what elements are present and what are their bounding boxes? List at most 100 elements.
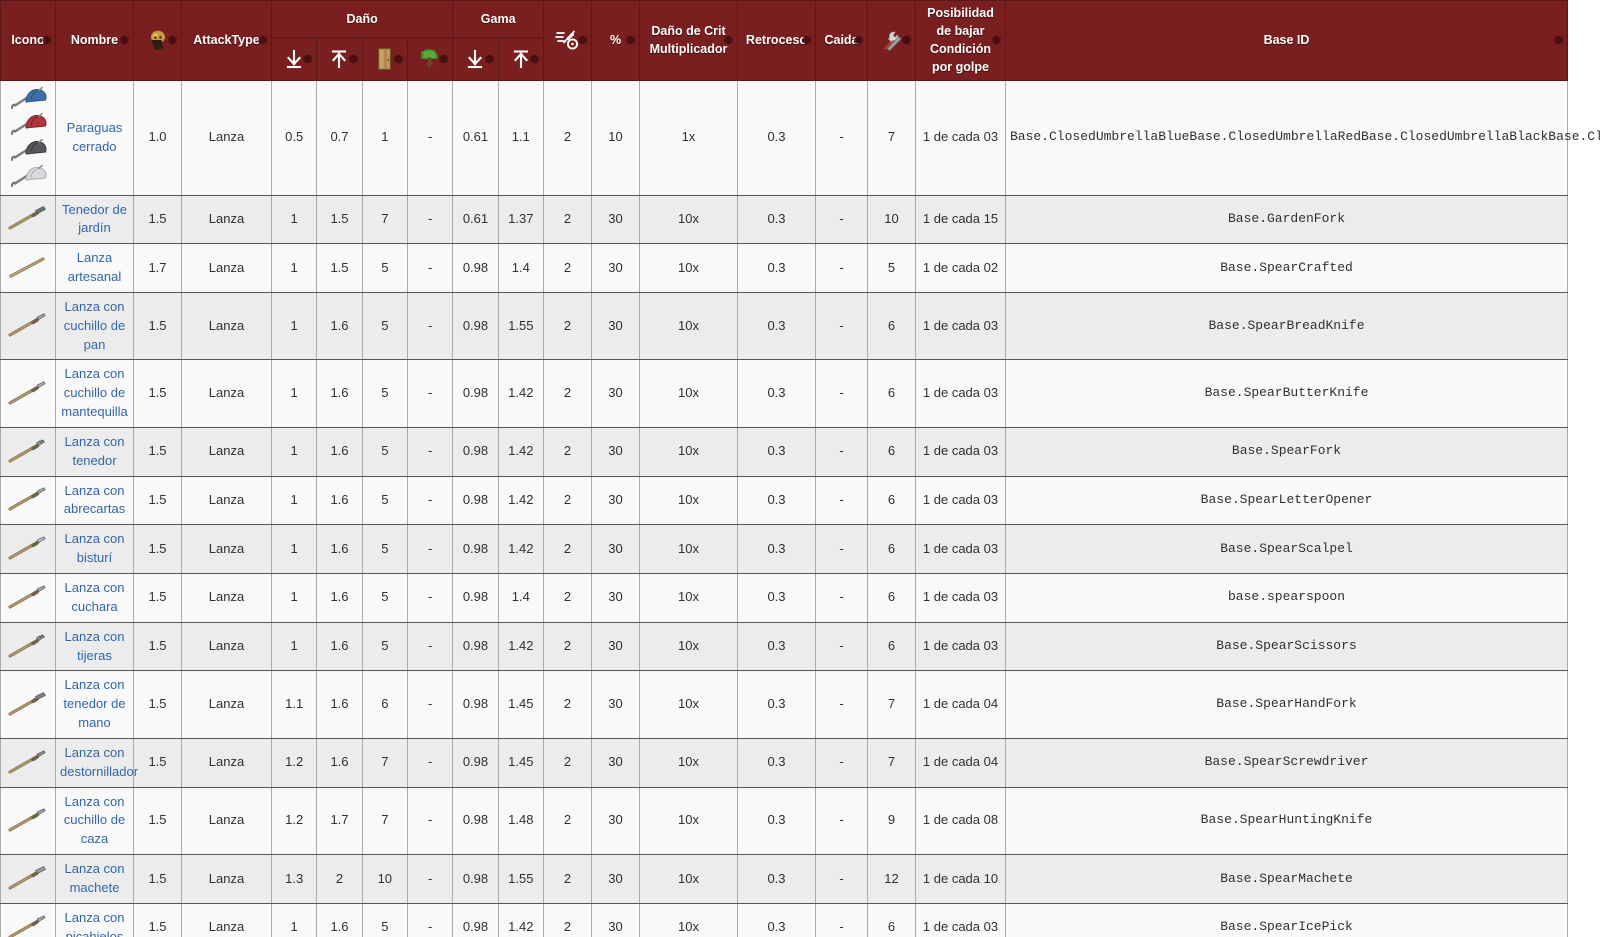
- cell-atktype: Lanza: [181, 737, 272, 788]
- cell-item-name[interactable]: Lanza con bisturí: [55, 524, 134, 574]
- cell-fall: -: [815, 475, 868, 526]
- sort-indicator-name[interactable]: [121, 36, 128, 44]
- item-name-link[interactable]: Lanza con cuchillo de pan: [64, 299, 125, 352]
- col-header-fall[interactable]: Caida: [815, 0, 868, 81]
- crit-target-icon: [554, 30, 581, 50]
- sort-indicator-baseid[interactable]: [1555, 36, 1562, 44]
- item-name-link[interactable]: Lanza con destornillador: [60, 745, 138, 779]
- cell-item-name[interactable]: Lanza con tijeras: [55, 621, 134, 672]
- item-name-link[interactable]: Lanza con tenedor: [65, 434, 125, 468]
- sort-indicator-range_min[interactable]: [485, 55, 493, 63]
- cell-cond: 1 de cada 03: [915, 573, 1006, 623]
- cell-item-name[interactable]: Paraguas cerrado: [55, 79, 134, 196]
- item-name-link[interactable]: Lanza con tenedor de mano: [63, 677, 125, 730]
- col-header-dmg_tree[interactable]: [406, 36, 454, 81]
- item-name-link[interactable]: Lanza con machete: [65, 861, 125, 895]
- cell-crit_mult: 10x: [639, 786, 738, 856]
- cell-zombie: 1.0: [133, 79, 182, 196]
- table-row: Lanza con picahielos 1.5 Lanza 1 1.6 5-0.98 1.…: [0, 902, 1568, 937]
- item-name-link[interactable]: Lanza artesanal: [68, 250, 121, 284]
- sort-indicator-crit_mult[interactable]: [725, 36, 732, 44]
- cell-item-name[interactable]: Lanza con destornillador: [55, 737, 138, 788]
- cell-range_max: 1.55: [497, 854, 545, 904]
- cell-dmg_min: 1: [270, 359, 318, 428]
- spear-stats-table: Icono Nombre AttackType Daño Gama% Daño de Cr…: [0, 0, 1600, 937]
- sort-indicator-dmg_tree[interactable]: [440, 55, 448, 63]
- col-header-name[interactable]: Nombre: [55, 0, 134, 81]
- cell-dmg_door: 5: [361, 621, 408, 672]
- sort-indicator-zombie[interactable]: [169, 36, 176, 44]
- sort-indicator-crit_pct[interactable]: [627, 36, 634, 44]
- cell-item-name[interactable]: Lanza con cuchara: [55, 573, 134, 623]
- col-header-cond[interactable]: Posibilidad de bajar Condición por golpe: [915, 0, 1006, 81]
- cell-dmg_min: 1: [270, 524, 318, 574]
- col-header-range_max[interactable]: [497, 36, 545, 81]
- cell-knockback: 0.3: [737, 621, 816, 672]
- cell-range_max: 1.1: [497, 79, 545, 196]
- sort-indicator-atktype[interactable]: [259, 36, 266, 44]
- cell-item-name[interactable]: Lanza con cuchillo de pan: [55, 291, 134, 361]
- cell-atktype: Lanza: [181, 291, 272, 361]
- cell-tools: 6: [867, 902, 916, 937]
- cell-item-name[interactable]: Lanza artesanal: [55, 243, 134, 293]
- item-name-link[interactable]: Lanza con cuchillo de mantequilla: [61, 366, 128, 419]
- sort-indicator-fall[interactable]: [855, 36, 862, 44]
- item-name-link[interactable]: Lanza con abrecartas: [64, 483, 125, 517]
- col-header-crit_rng[interactable]: [543, 0, 592, 81]
- item-name-link[interactable]: Tenedor de jardín: [62, 202, 127, 236]
- sort-indicator-dmg_max[interactable]: [349, 55, 357, 63]
- cell-dmg_tree: -: [406, 194, 454, 245]
- cell-item-name[interactable]: Lanza con cuchillo de caza: [55, 786, 134, 856]
- col-header-dmg_door[interactable]: [361, 36, 408, 81]
- cell-item-name[interactable]: Lanza con cuchillo de mantequilla: [55, 359, 134, 428]
- table-row: Lanza con machete 1.5 Lanza 1.3 2 10-0.98 1.55…: [0, 854, 1568, 904]
- table-row: Lanza con tenedor 1.5 Lanza 1 1.6 5-0.98 1.42 2…: [0, 426, 1568, 477]
- item-name-link[interactable]: Lanza con picahielos: [65, 910, 125, 937]
- sort-indicator-icon[interactable]: [43, 36, 50, 44]
- col-header-zombie[interactable]: [133, 0, 182, 81]
- col-header-tools[interactable]: [867, 0, 916, 81]
- item-name-link[interactable]: Lanza con tijeras: [65, 629, 125, 663]
- col-header-label-knockback: Retroceso: [745, 33, 808, 48]
- col-header-crit_mult[interactable]: Daño de Crit Multiplicador: [639, 0, 738, 81]
- item-name-link[interactable]: Lanza con cuchillo de caza: [64, 794, 125, 847]
- cell-cond: 1 de cada 03: [915, 902, 1006, 937]
- spear-machete-icon: [6, 866, 50, 892]
- item-name-link[interactable]: Lanza con cuchara: [65, 580, 125, 614]
- arrow-up-icon: [330, 50, 348, 68]
- col-header-baseid[interactable]: Base ID: [1005, 0, 1568, 81]
- col-header-knockback[interactable]: Retroceso: [737, 0, 816, 81]
- sort-indicator-cond[interactable]: [993, 36, 1000, 44]
- item-name-link[interactable]: Paraguas cerrado: [67, 120, 123, 154]
- cell-item-name[interactable]: Lanza con abrecartas: [55, 475, 134, 526]
- col-header-range_min[interactable]: [452, 36, 499, 81]
- cell-range_max: 1.42: [497, 902, 545, 937]
- cell-base-id: Base.SpearBreadKnife: [1005, 291, 1568, 361]
- sort-indicator-dmg_min[interactable]: [304, 55, 312, 63]
- cell-item-name[interactable]: Lanza con tenedor de mano: [55, 670, 134, 739]
- cell-range_min: 0.98: [452, 475, 499, 526]
- cell-dmg_max: 1.6: [316, 475, 363, 526]
- cell-dmg_min: 1: [270, 621, 318, 672]
- col-header-dmg_min[interactable]: [270, 36, 318, 81]
- sort-indicator-crit_rng[interactable]: [579, 36, 586, 44]
- col-header-atktype[interactable]: AttackType: [181, 0, 272, 81]
- cell-zombie: 1.5: [133, 854, 182, 904]
- sort-indicator-range_max[interactable]: [531, 55, 538, 63]
- cell-item-name[interactable]: Tenedor de jardín: [55, 194, 134, 245]
- cell-item-name[interactable]: Lanza con machete: [55, 854, 134, 904]
- item-name-link[interactable]: Lanza con bisturí: [65, 531, 125, 565]
- cell-item-name[interactable]: Lanza con tenedor: [55, 426, 134, 477]
- col-header-dmg_max[interactable]: [316, 36, 363, 81]
- spear-hunting-knife-icon: [6, 808, 50, 834]
- cell-range_min: 0.98: [452, 786, 499, 856]
- cell-item-name[interactable]: Lanza con picahielos: [55, 902, 134, 937]
- sort-indicator-knockback[interactable]: [803, 36, 810, 44]
- sort-indicator-tools[interactable]: [903, 36, 910, 44]
- cell-crit_rng: 2: [543, 426, 592, 477]
- col-header-crit_pct[interactable]: %: [591, 0, 640, 81]
- cell-crit_mult: 10x: [639, 359, 738, 428]
- sort-indicator-dmg_door[interactable]: [394, 55, 402, 63]
- col-header-label-fall: Caida: [824, 33, 859, 48]
- col-header-icon[interactable]: Icono: [0, 0, 56, 81]
